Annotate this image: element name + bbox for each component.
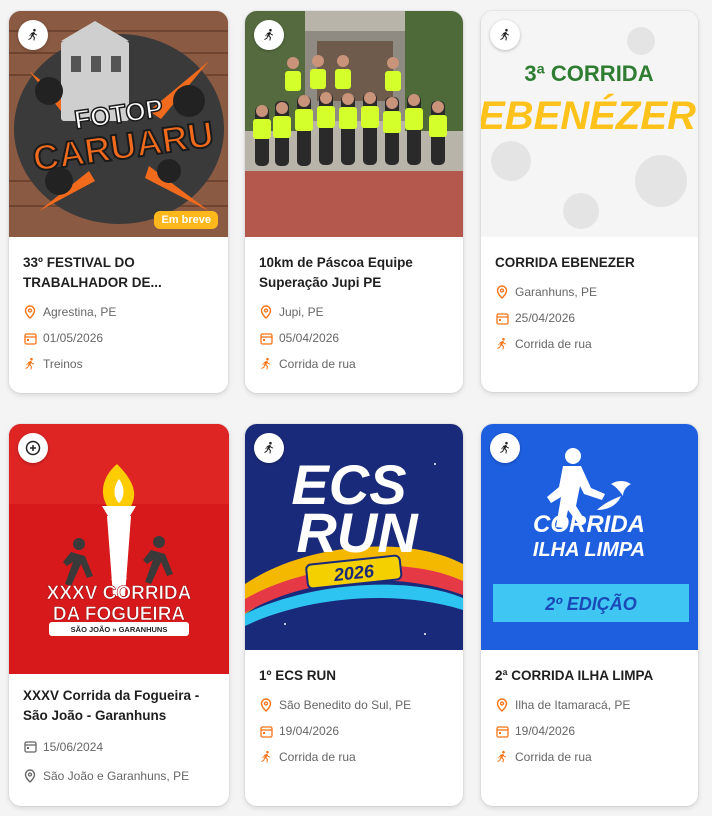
- image-text-run: RUN: [296, 501, 419, 564]
- event-location: Ilha de Itamaracá, PE: [495, 692, 684, 718]
- activity-badge: [254, 20, 284, 50]
- runner-icon: [498, 441, 512, 455]
- event-title[interactable]: 1º ECS RUN: [259, 666, 449, 686]
- event-card[interactable]: 10km de Páscoa Equipe Superação Jupi PE …: [245, 11, 463, 393]
- calendar-icon: [495, 311, 509, 325]
- event-title[interactable]: 10km de Páscoa Equipe Superação Jupi PE: [259, 253, 449, 293]
- image-text-year: 2024: [111, 575, 127, 582]
- event-date: 25/04/2026: [495, 305, 684, 331]
- runner-icon: [495, 337, 509, 351]
- event-card[interactable]: CORRIDA ILHA LIMPA 2º EDIÇÃO 2ª CORRIDA …: [481, 424, 698, 806]
- event-image: 2024 XXXV CORRIDA DA FOGUEIRA SÃO JOÃO »…: [9, 424, 229, 674]
- event-card[interactable]: 3ª CORRIDA EBENÉZER CORRIDA EBENEZER Gar…: [481, 11, 698, 392]
- location-pin-icon: [23, 305, 37, 319]
- location-pin-icon: [495, 698, 509, 712]
- activity-badge: [18, 20, 48, 50]
- event-title[interactable]: 33º FESTIVAL DO TRABALHADOR DE...: [23, 253, 214, 293]
- runner-icon: [262, 28, 276, 42]
- event-location: São Benedito do Sul, PE: [259, 692, 449, 718]
- event-image: FOTOP CARUARU Em breve: [9, 11, 228, 237]
- location-pin-icon: [259, 698, 273, 712]
- event-image: 3ª CORRIDA EBENÉZER: [481, 11, 698, 237]
- calendar-icon: [23, 740, 37, 754]
- runner-icon: [259, 357, 273, 371]
- event-location: Jupi, PE: [259, 299, 449, 325]
- event-category: Corrida de rua: [259, 744, 449, 770]
- event-category: Corrida de rua: [495, 744, 684, 770]
- event-card[interactable]: FOTOP CARUARU Em breve 33º FESTIVAL DO T…: [9, 11, 228, 393]
- activity-badge: [254, 433, 284, 463]
- image-text-ilha-limpa: ILHA LIMPA: [533, 539, 645, 561]
- calendar-icon: [259, 331, 273, 345]
- event-title[interactable]: CORRIDA EBENEZER: [495, 253, 684, 273]
- event-location: São João e Garanhuns, PE: [23, 761, 215, 790]
- status-badge: Em breve: [154, 211, 218, 229]
- image-text-ebenezer: EBENÉZER: [481, 93, 696, 138]
- image-text-fogueira: DA FOGUEIRA: [53, 604, 186, 625]
- runner-icon: [498, 28, 512, 42]
- runner-icon: [259, 750, 273, 764]
- event-date: 01/05/2026: [23, 325, 214, 351]
- runner-icon: [495, 750, 509, 764]
- image-text-corrida: CORRIDA: [533, 511, 645, 538]
- location-pin-icon: [495, 285, 509, 299]
- activity-badge: [490, 20, 520, 50]
- event-card[interactable]: 2024 XXXV CORRIDA DA FOGUEIRA SÃO JOÃO »…: [9, 424, 229, 806]
- event-date: 05/04/2026: [259, 325, 449, 351]
- plus-circle-icon: [25, 440, 41, 456]
- event-image: CORRIDA ILHA LIMPA 2º EDIÇÃO: [481, 424, 698, 650]
- image-text-local: SÃO JOÃO » GARANHUNS: [71, 625, 168, 634]
- event-location: Garanhuns, PE: [495, 279, 684, 305]
- event-title[interactable]: XXXV Corrida da Fogueira - São João - Ga…: [23, 686, 215, 726]
- runner-icon: [23, 357, 37, 371]
- event-location: Agrestina, PE: [23, 299, 214, 325]
- event-category: Corrida de rua: [495, 331, 684, 357]
- location-pin-icon: [23, 768, 37, 783]
- add-button[interactable]: [18, 433, 48, 463]
- runner-icon: [26, 28, 40, 42]
- event-category: Treinos: [23, 351, 214, 377]
- event-card[interactable]: ECS RUN 2026 1º ECS RUN São Benedito do …: [245, 424, 463, 806]
- event-title[interactable]: 2ª CORRIDA ILHA LIMPA: [495, 666, 684, 686]
- location-pin-icon: [259, 305, 273, 319]
- event-date: 19/04/2026: [495, 718, 684, 744]
- event-category: Corrida de rua: [259, 351, 449, 377]
- event-grid: FOTOP CARUARU Em breve 33º FESTIVAL DO T…: [0, 0, 712, 816]
- image-text-corrida: 3ª CORRIDA: [524, 61, 653, 86]
- activity-badge: [490, 433, 520, 463]
- event-image: [245, 11, 463, 237]
- image-text-corrida: XXXV CORRIDA: [47, 583, 192, 604]
- runner-icon: [262, 441, 276, 455]
- event-date: 15/06/2024: [23, 732, 215, 761]
- calendar-icon: [23, 331, 37, 345]
- image-text-edicao: 2º EDIÇÃO: [544, 593, 637, 614]
- calendar-icon: [259, 724, 273, 738]
- event-image: ECS RUN 2026: [245, 424, 463, 650]
- calendar-icon: [495, 724, 509, 738]
- event-date: 19/04/2026: [259, 718, 449, 744]
